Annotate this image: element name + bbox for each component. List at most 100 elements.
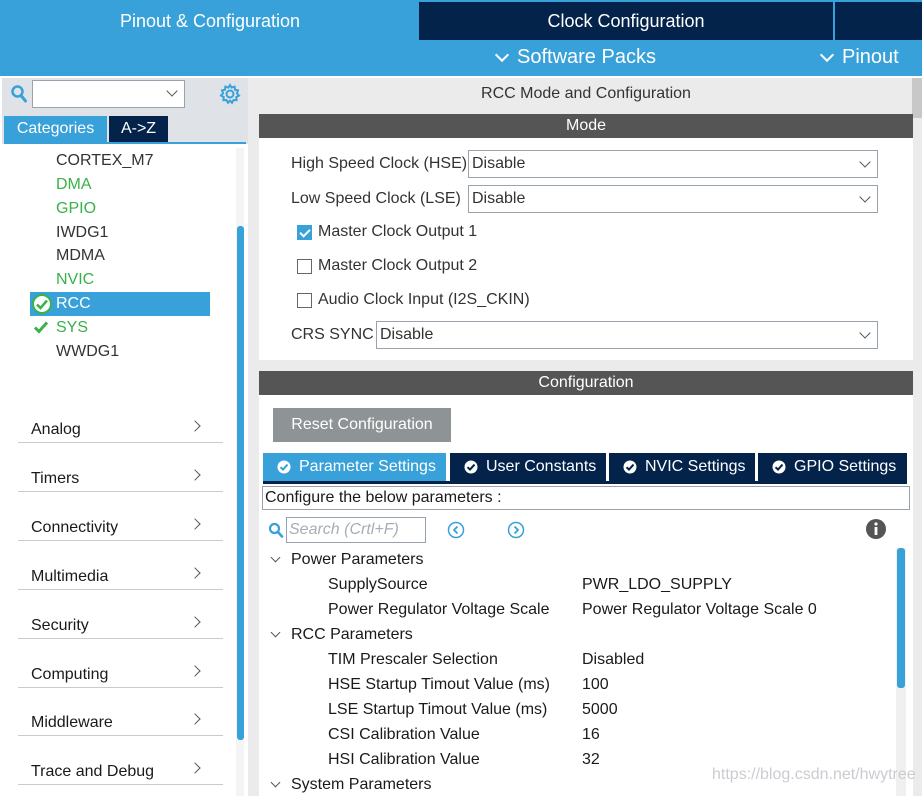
crs-sync-select[interactable]: Disable (376, 321, 878, 349)
parameter-search-input[interactable]: Search (Crtl+F) (286, 517, 426, 543)
chevron-right-icon (189, 665, 201, 677)
peripheral-gpio[interactable]: GPIO (56, 198, 96, 220)
category-label: Security (31, 617, 89, 634)
tab-parameter-settings[interactable]: Parameter Settings (263, 453, 446, 481)
peripheral-mdma[interactable]: MDMA (56, 245, 105, 267)
mco2-label: Master Clock Output 2 (318, 257, 478, 274)
group-rcc-parameters[interactable]: RCC Parameters (291, 624, 413, 646)
check-circle-icon (277, 460, 291, 474)
software-packs-menu[interactable]: Software Packs (494, 46, 656, 69)
category-analog[interactable]: Analog (18, 413, 223, 443)
param-name: Power Regulator Voltage Scale (328, 601, 550, 618)
chevron-right-icon (189, 469, 201, 481)
parameters-scrollbar-thumb[interactable] (897, 548, 905, 688)
tab-user-constants[interactable]: User Constants (450, 453, 606, 481)
tab-categories[interactable]: Categories (4, 116, 107, 142)
param-name: HSE Startup Timout Value (ms) (328, 676, 550, 693)
tab-gpio-settings[interactable]: GPIO Settings (758, 453, 907, 481)
audio-clock-label: Audio Clock Input (I2S_CKIN) (318, 291, 530, 308)
tab-clock-configuration[interactable]: Clock Configuration (419, 2, 833, 40)
category-connectivity[interactable]: Connectivity (18, 511, 223, 541)
chevron-down-icon (494, 47, 510, 62)
category-timers[interactable]: Timers (18, 462, 223, 492)
param-value[interactable]: PWR_LDO_SUPPLY (582, 574, 732, 596)
crs-sync-label: CRS SYNC (291, 326, 374, 343)
peripheral-wwdg1[interactable]: WWDG1 (56, 341, 119, 363)
param-value[interactable]: 16 (582, 724, 600, 746)
category-label: Computing (31, 666, 109, 683)
mco1-checkbox[interactable] (297, 225, 312, 240)
check-circle-icon (464, 460, 478, 474)
configuration-section-header: Configuration (259, 371, 913, 395)
chevron-right-icon (189, 762, 201, 774)
search-icon (268, 522, 284, 538)
group-system-parameters[interactable]: System Parameters (291, 774, 431, 796)
param-value[interactable]: Disabled (582, 649, 644, 671)
info-icon[interactable] (865, 518, 887, 540)
category-middleware[interactable]: Middleware (18, 706, 223, 736)
category-search-select[interactable] (32, 80, 185, 108)
pinout-menu[interactable]: Pinout (819, 46, 899, 69)
category-computing[interactable]: Computing (18, 658, 223, 688)
panel-collapse-handle[interactable] (912, 78, 922, 118)
category-label: Analog (31, 421, 81, 438)
param-name: TIM Prescaler Selection (328, 651, 498, 668)
audio-clock-checkbox[interactable] (297, 293, 312, 308)
peripheral-cortex-m7[interactable]: CORTEX_M7 (56, 150, 154, 172)
param-value[interactable]: 100 (582, 674, 609, 696)
chevron-right-icon (189, 616, 201, 628)
lse-label: Low Speed Clock (LSE) (291, 190, 461, 207)
hse-select[interactable]: Disable (468, 150, 878, 178)
mode-section-header: Mode (259, 114, 913, 138)
hse-label: High Speed Clock (HSE) (291, 155, 468, 172)
tab-more[interactable] (835, 2, 922, 40)
tab-label: User Constants (486, 458, 597, 475)
param-value[interactable]: 32 (582, 749, 600, 771)
category-label: Trace and Debug (31, 763, 155, 780)
param-name: SupplySource (328, 576, 428, 593)
check-circle-icon (623, 460, 637, 474)
param-name: CSI Calibration Value (328, 726, 480, 743)
page-title: RCC Mode and Configuration (481, 85, 691, 102)
reset-configuration-button[interactable]: Reset Configuration (273, 408, 451, 442)
parameters-info-line: Configure the below parameters : (262, 486, 910, 510)
previous-result-icon[interactable] (447, 521, 465, 539)
category-multimedia[interactable]: Multimedia (18, 560, 223, 590)
tab-a-to-z[interactable]: A->Z (109, 116, 168, 142)
left-panel: Categories A->Z CORTEX_M7 DMA GPIO IWDG1… (2, 78, 248, 796)
configured-check-icon (32, 294, 52, 314)
software-packs-label: Software Packs (517, 46, 656, 68)
category-security[interactable]: Security (18, 609, 223, 639)
chevron-right-icon (189, 567, 201, 579)
param-name: HSI Calibration Value (328, 751, 480, 768)
tab-nvic-settings[interactable]: NVIC Settings (609, 453, 755, 481)
lse-value: Disable (472, 190, 526, 207)
sidebar-scrollbar-thumb[interactable] (237, 226, 244, 740)
check-circle-icon (772, 460, 786, 474)
peripheral-dma[interactable]: DMA (56, 174, 92, 196)
mco2-checkbox[interactable] (297, 259, 312, 274)
chevron-down-icon (166, 85, 178, 97)
chevron-right-icon (189, 713, 201, 725)
peripheral-nvic[interactable]: NVIC (56, 269, 94, 291)
category-trace-and-debug[interactable]: Trace and Debug (18, 755, 223, 785)
param-value[interactable]: 5000 (582, 699, 618, 721)
gear-icon[interactable] (219, 83, 241, 105)
param-value[interactable]: Power Regulator Voltage Scale 0 (582, 599, 817, 621)
lse-select[interactable]: Disable (468, 185, 878, 213)
peripheral-rcc[interactable]: RCC (56, 293, 91, 315)
tab-pinout-configuration[interactable]: Pinout & Configuration (2, 2, 418, 40)
category-label: Connectivity (31, 519, 119, 536)
tab-label: GPIO Settings (794, 458, 897, 475)
chevron-down-icon (859, 156, 871, 168)
peripheral-sys[interactable]: SYS (56, 317, 88, 339)
chevron-down-icon (819, 47, 835, 62)
tab-label: Parameter Settings (299, 458, 436, 475)
search-icon[interactable] (11, 85, 27, 103)
group-power-parameters[interactable]: Power Parameters (291, 549, 424, 571)
chevron-down-icon (859, 191, 871, 203)
tab-underline (263, 481, 907, 484)
next-result-icon[interactable] (507, 521, 525, 539)
category-label: Middleware (31, 714, 113, 731)
peripheral-iwdg1[interactable]: IWDG1 (56, 222, 108, 244)
